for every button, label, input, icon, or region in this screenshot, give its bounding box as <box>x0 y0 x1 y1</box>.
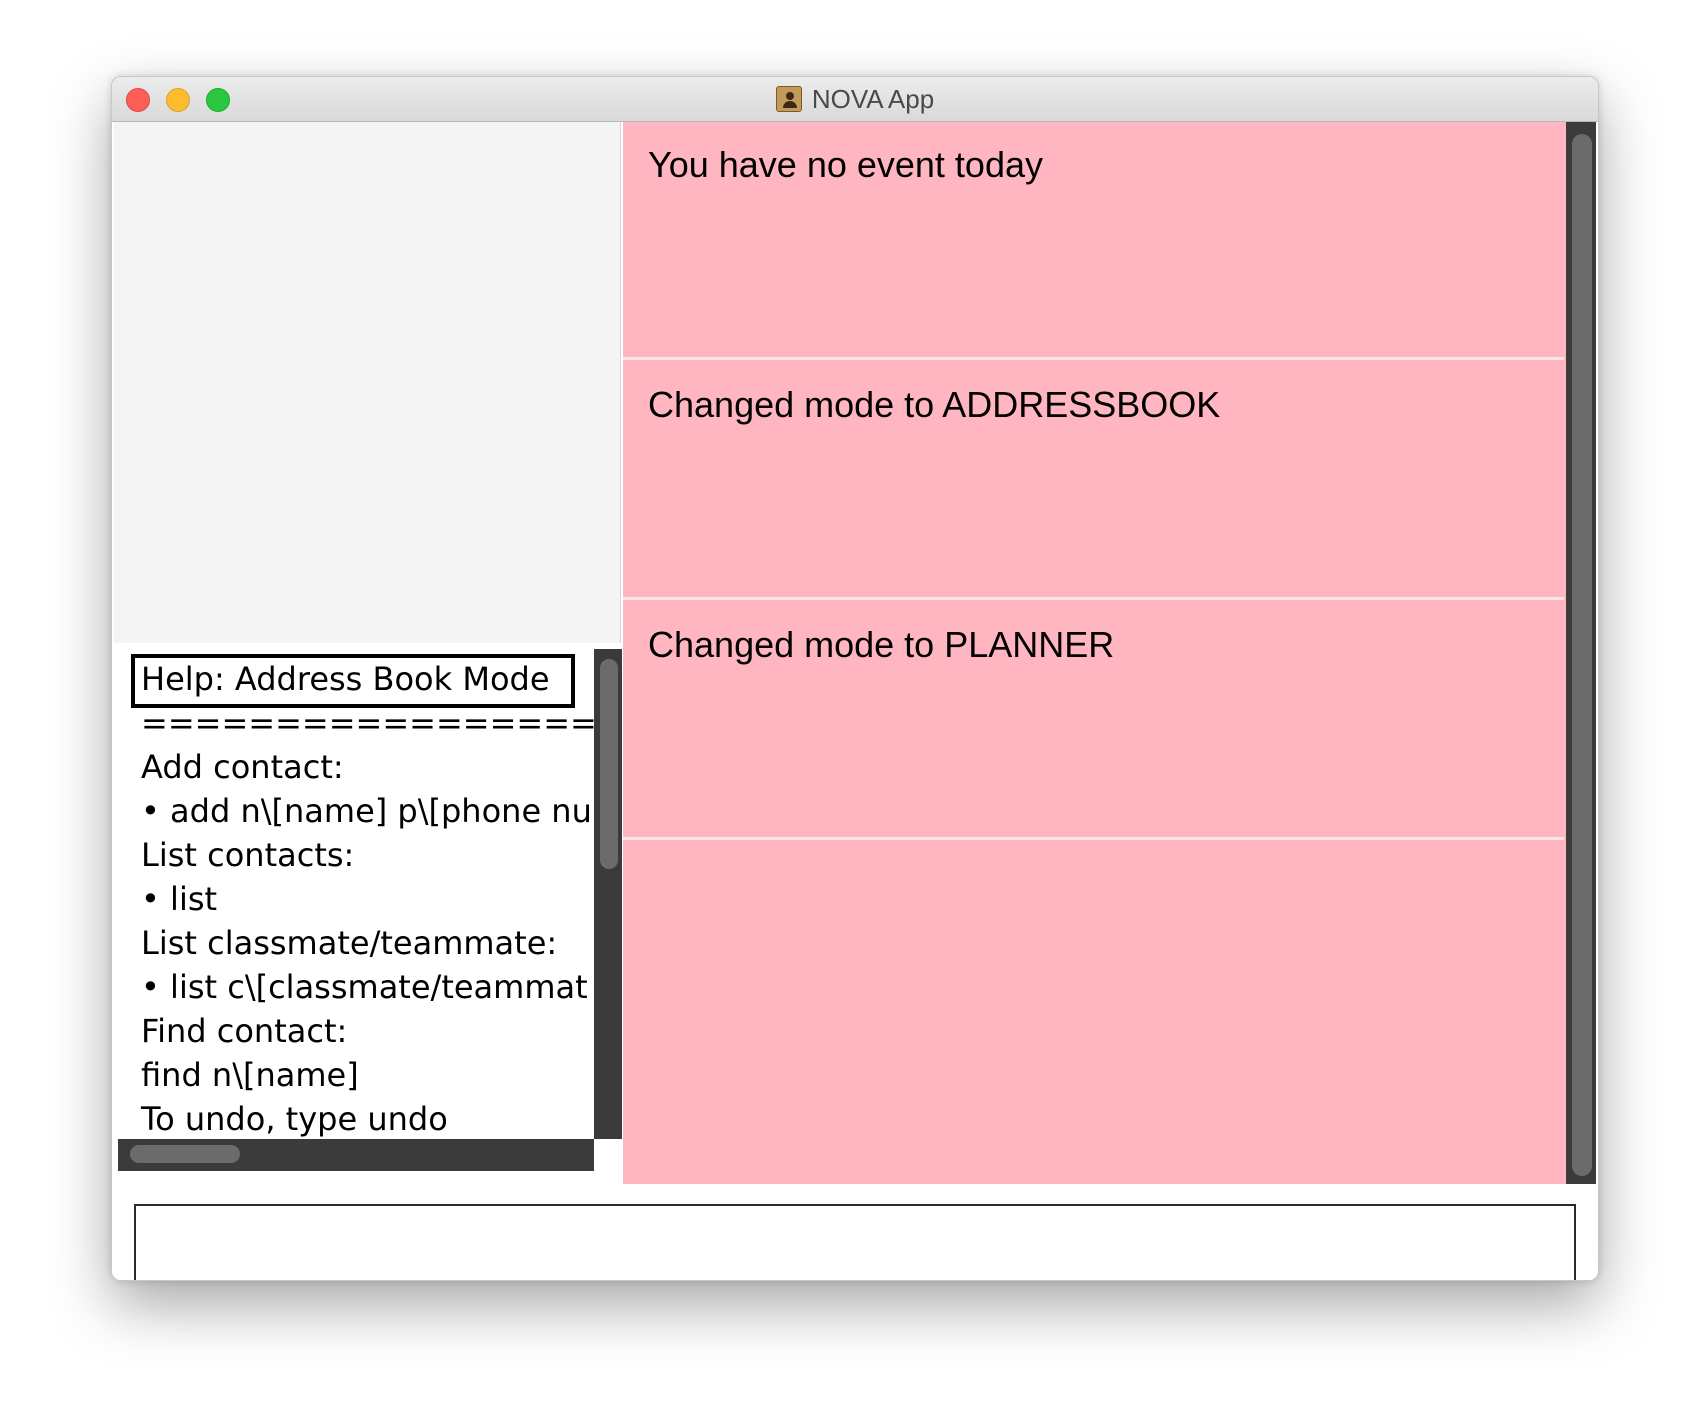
contact-list-panel <box>114 122 621 643</box>
scrollbar-corner <box>594 1139 622 1171</box>
help-line: To undo, type undo <box>141 1100 448 1138</box>
event-card[interactable]: Changed mode to PLANNER <box>623 602 1564 840</box>
help-text: Help: Address Book Mode ================… <box>141 657 622 1141</box>
help-line: • list c\[classmate/teammat <box>141 968 588 1006</box>
title-bar[interactable]: NOVA App <box>112 77 1598 122</box>
event-card[interactable]: Changed mode to ADDRESSBOOK <box>623 362 1564 600</box>
window-title: NOVA App <box>811 83 935 114</box>
window-title-group: NOVA App <box>112 77 1598 121</box>
help-line: Find contact: <box>141 1012 348 1050</box>
help-vertical-scrollbar[interactable] <box>594 649 622 1139</box>
help-line: Add contact: <box>141 748 344 786</box>
command-input[interactable] <box>134 1204 1576 1280</box>
event-text: Changed mode to PLANNER <box>648 624 1115 665</box>
help-separator: =================== <box>141 704 622 742</box>
help-horizontal-scrollbar[interactable] <box>118 1139 594 1171</box>
event-text: You have no event today <box>648 144 1043 185</box>
event-list-panel[interactable]: You have no event today Changed mode to … <box>623 122 1566 1184</box>
event-card[interactable]: You have no event today <box>623 122 1564 360</box>
help-line: List classmate/teammate: <box>141 924 558 962</box>
help-horizontal-scroll-thumb[interactable] <box>130 1145 240 1163</box>
help-line: • add n\[name] p\[phone nu <box>141 792 592 830</box>
help-line: • list <box>141 880 218 918</box>
event-card-empty <box>623 842 1564 1184</box>
event-text: Changed mode to ADDRESSBOOK <box>648 384 1221 425</box>
help-line: List contacts: <box>141 836 355 874</box>
help-vertical-scroll-thumb[interactable] <box>600 659 618 869</box>
command-area <box>112 1184 1598 1280</box>
help-panel[interactable]: Help: Address Book Mode ================… <box>118 649 622 1171</box>
event-list-scroll-thumb[interactable] <box>1572 134 1592 1176</box>
help-title: Help: Address Book Mode <box>141 660 550 698</box>
event-list-vertical-scrollbar[interactable] <box>1566 122 1596 1184</box>
help-line: find n\[name] <box>141 1056 359 1094</box>
app-window: NOVA App Help: Address Book Mode =======… <box>111 76 1599 1281</box>
address-book-icon <box>775 86 802 112</box>
